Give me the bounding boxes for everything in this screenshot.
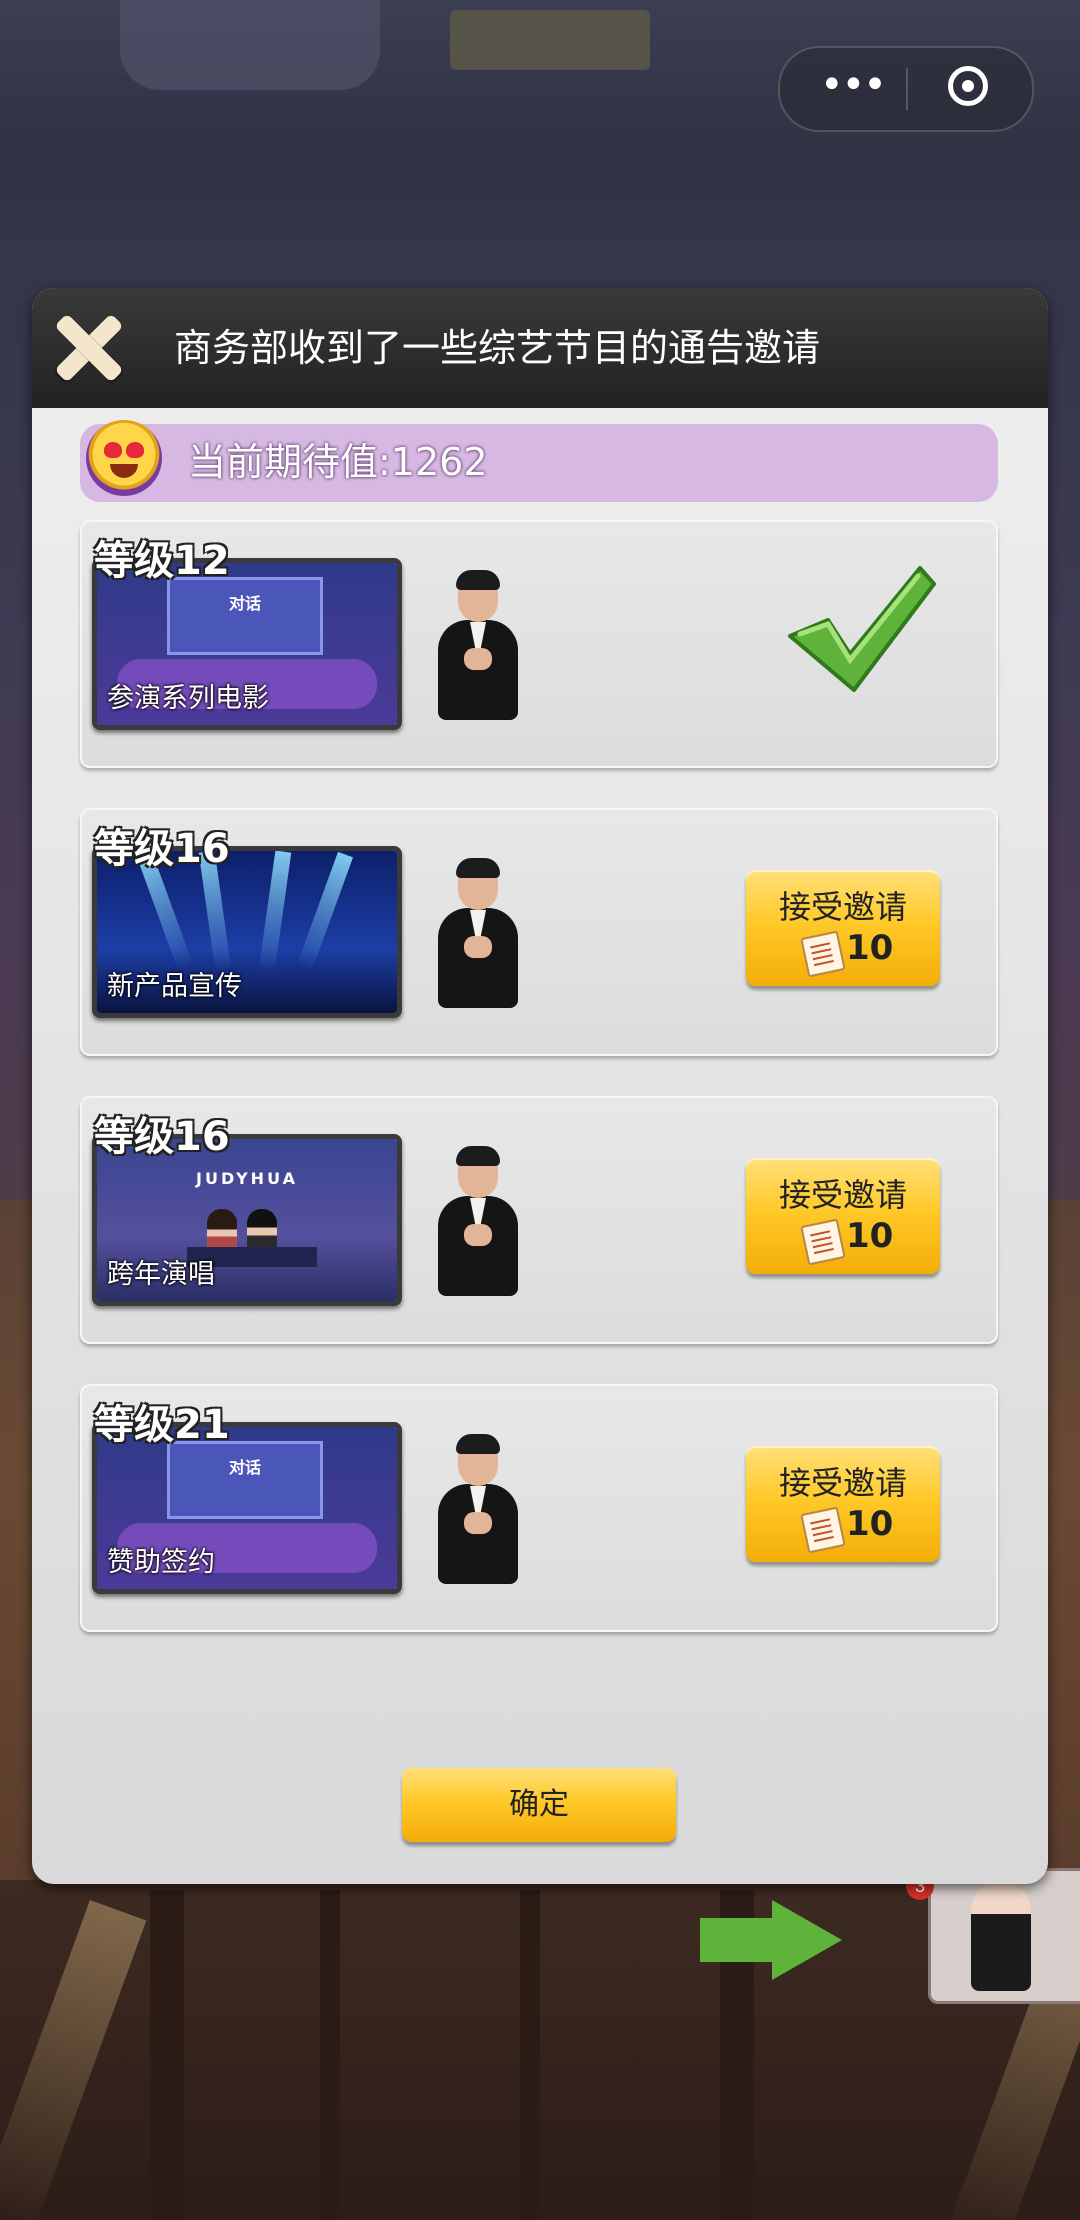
character-portrait[interactable]: [928, 1868, 1080, 2004]
ticket-icon: [800, 930, 846, 978]
background-pillar: [520, 1890, 540, 2220]
accept-invitation-button[interactable]: 接受邀请 10: [746, 1446, 940, 1562]
arrow-right-icon: [700, 1918, 780, 1962]
miniprogram-capsule: •••: [778, 46, 1034, 132]
ticket-icon: [800, 1218, 846, 1266]
confirm-button[interactable]: 确定: [402, 1768, 676, 1842]
background-prop: [120, 0, 380, 90]
thumbnail-screen: 对话: [167, 577, 323, 655]
more-icon[interactable]: •••: [820, 65, 887, 108]
dialog-header: 商务部收到了一些综艺节目的通告邀请: [32, 288, 1048, 408]
agent-avatar: [430, 570, 526, 720]
offer-row: 等级12 对话 参演系列电影: [80, 520, 998, 768]
offer-row: 等级16 JUDYHUA 跨年演唱 接受邀请 10: [80, 1096, 998, 1344]
accept-label: 接受邀请: [778, 1464, 907, 1502]
background-pillar: [320, 1890, 340, 2220]
offer-name: 新产品宣传: [107, 971, 242, 1002]
invitation-dialog: 商务部收到了一些综艺节目的通告邀请 当前期待值:1262 等级12 对话 参演系…: [32, 288, 1048, 1884]
accept-label: 接受邀请: [778, 1176, 907, 1214]
offer-row: 等级21 对话 赞助签约 接受邀请 10: [80, 1384, 998, 1632]
screen-text: 对话: [228, 594, 261, 613]
ticket-icon: [800, 1506, 846, 1554]
target-icon[interactable]: [948, 66, 988, 106]
character-figure: [971, 1881, 1031, 1991]
offer-level: 等级16: [94, 826, 230, 872]
cost-value: 10: [846, 1216, 894, 1256]
check-icon: [788, 566, 936, 692]
cost-value: 10: [846, 928, 894, 968]
offer-name: 跨年演唱: [107, 1259, 215, 1290]
expectation-value: 当前期待值:1262: [188, 440, 488, 484]
cost-value: 10: [846, 1504, 894, 1544]
agent-avatar: [430, 1146, 526, 1296]
close-icon[interactable]: [52, 312, 124, 384]
background-pillar: [150, 1890, 184, 2220]
arrow-right-icon: [772, 1900, 842, 1980]
offer-row: 等级16 新产品宣传 接受邀请 10: [80, 808, 998, 1056]
offer-level: 等级21: [94, 1402, 230, 1448]
offer-level: 等级12: [94, 538, 230, 584]
accept-invitation-button[interactable]: 接受邀请 10: [746, 1158, 940, 1274]
offer-name: 参演系列电影: [107, 683, 269, 714]
accept-invitation-button[interactable]: 接受邀请 10: [746, 870, 940, 986]
accept-label: 接受邀请: [778, 888, 907, 926]
agent-avatar: [430, 858, 526, 1008]
heart-eyes-emoji-icon: [86, 420, 162, 496]
screen-text: JUDYHUA: [196, 1169, 298, 1188]
background-prop: [450, 10, 650, 70]
offer-level: 等级16: [94, 1114, 230, 1160]
dialog-title: 商务部收到了一些综艺节目的通告邀请: [174, 326, 821, 370]
agent-avatar: [430, 1434, 526, 1584]
thumbnail-screen: 对话: [167, 1441, 323, 1519]
offer-name: 赞助签约: [107, 1547, 215, 1578]
screen-text: 对话: [228, 1458, 261, 1477]
capsule-divider: [906, 68, 908, 110]
expectation-bar: 当前期待值:1262: [80, 420, 998, 502]
